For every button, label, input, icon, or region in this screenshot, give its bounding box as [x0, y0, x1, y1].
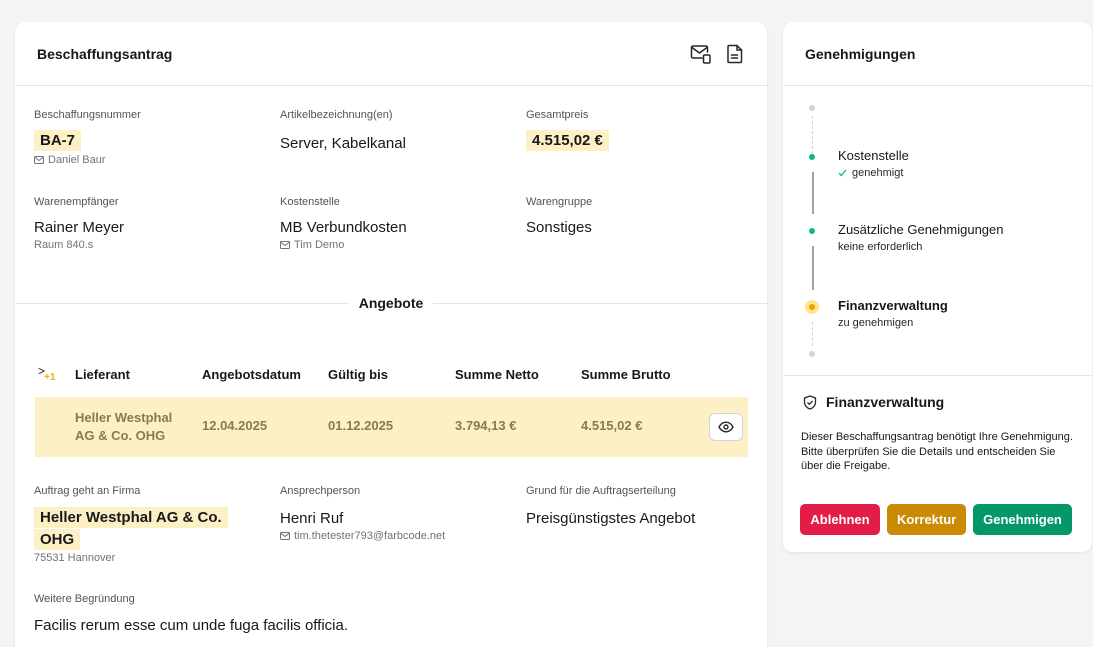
- approval-timeline: Kostenstelle genehmigt Zusätzliche Geneh…: [783, 86, 1092, 376]
- col-valid-until: Gültig bis: [328, 367, 388, 382]
- offers-table-header: > +1 Lieferant Angebotsdatum Gültig bis …: [35, 362, 747, 388]
- contact-email[interactable]: tim.thetester793@farbcode.net: [294, 530, 445, 542]
- field-justification: Weitere Begründung Facilis rerum esse cu…: [34, 593, 349, 634]
- mail-icon: [34, 156, 44, 164]
- product-group-value: Sonstiges: [526, 219, 592, 236]
- approvals-card: Genehmigungen Kostenstelle genehmigt Zus…: [783, 22, 1092, 552]
- step-cost-center: Kostenstelle genehmigt: [838, 148, 909, 179]
- step-done-dot: [809, 154, 815, 160]
- contact-person-value: Henri Ruf: [280, 510, 344, 527]
- finance-description: Dieser Beschaffungsantrag benötigt Ihre …: [801, 431, 1073, 472]
- field-procurement-number: Beschaffungsnummer BA-7 Daniel Baur: [34, 109, 141, 166]
- shield-check-icon: [803, 394, 817, 410]
- row-gross-sum: 4.515,02 €: [581, 418, 643, 433]
- step-done-dot: [809, 228, 815, 234]
- eye-icon: [718, 421, 734, 433]
- mail-attachment-icon[interactable]: [690, 44, 712, 64]
- reject-button[interactable]: Ablehnen: [800, 504, 880, 535]
- cost-center-value: MB Verbundkosten: [280, 219, 407, 236]
- col-gross-sum: Summe Brutto: [581, 367, 671, 382]
- total-price: 4.515,02 €: [526, 130, 609, 151]
- requester-name[interactable]: Daniel Baur: [48, 154, 105, 166]
- award-reason-value: Preisgünstigstes Angebot: [526, 510, 696, 527]
- order-company-value: Heller Westphal AG & Co. OHG: [34, 507, 228, 550]
- more-offers-count[interactable]: +1: [44, 372, 55, 383]
- offers-heading: Angebote: [358, 295, 424, 311]
- approvals-header: Genehmigungen: [783, 22, 1092, 86]
- row-valid-until: 01.12.2025: [328, 418, 394, 433]
- col-supplier: Lieferant: [75, 367, 130, 382]
- offers-divider: Angebote: [15, 293, 767, 313]
- procurement-request-card: Beschaffungsantrag Beschaffungsnummer BA…: [15, 22, 767, 647]
- check-icon: [838, 169, 847, 177]
- approve-button[interactable]: Genehmigen: [973, 504, 1072, 535]
- order-company-city: 75531 Hannover: [34, 552, 116, 564]
- cost-center-owner[interactable]: Tim Demo: [294, 239, 344, 251]
- header-actions: [690, 44, 744, 64]
- step-finance: Finanzverwaltung zu genehmigen: [838, 298, 948, 329]
- articles-value: Server, Kabelkanal: [280, 135, 406, 152]
- document-icon[interactable]: [726, 44, 744, 64]
- field-cost-center: Kostenstelle MB Verbundkosten Tim Demo: [280, 196, 407, 251]
- procurement-number: BA-7: [34, 130, 82, 151]
- row-offer-date: 12.04.2025: [202, 418, 268, 433]
- finance-approval-section: Finanzverwaltung Dieser Beschaffungsantr…: [783, 375, 1092, 552]
- correction-button[interactable]: Korrektur: [887, 504, 966, 535]
- approvals-title: Genehmigungen: [805, 45, 916, 62]
- recipient-value: Rainer Meyer: [34, 219, 125, 236]
- field-contact-person: Ansprechperson Henri Ruf tim.thetester79…: [280, 485, 446, 542]
- finance-title: Finanzverwaltung: [826, 394, 945, 410]
- decision-buttons: Ablehnen Korrektur Genehmigen: [800, 504, 1072, 535]
- row-net-sum: 3.794,13 €: [455, 418, 517, 433]
- field-product-group: Warengruppe Sonstiges: [526, 196, 593, 236]
- field-recipient: Warenempfänger Rainer Meyer Raum 840.s: [34, 196, 125, 251]
- field-total-price: Gesamtpreis 4.515,02 €: [526, 109, 609, 151]
- col-offer-date: Angebotsdatum: [202, 367, 301, 382]
- timeline-end-dot: [809, 351, 815, 357]
- recipient-room: Raum 840.s: [34, 239, 94, 251]
- row-supplier: Heller Westphal AG & Co. OHG: [75, 410, 173, 443]
- mail-icon: [280, 532, 290, 540]
- page-title: Beschaffungsantrag: [37, 45, 173, 62]
- step-additional-approvals: Zusätzliche Genehmigungen keine erforder…: [838, 222, 1004, 253]
- mail-icon: [280, 241, 290, 249]
- field-award-reason: Grund für die Auftragserteilung Preisgün…: [526, 485, 696, 527]
- field-order-company: Auftrag geht an Firma Heller Westphal AG…: [34, 485, 244, 564]
- view-offer-button[interactable]: [709, 413, 743, 441]
- card-header: Beschaffungsantrag: [15, 22, 767, 86]
- timeline-start-dot: [809, 105, 815, 111]
- justification-value: Facilis rerum esse cum unde fuga facilis…: [34, 617, 349, 634]
- table-row[interactable]: Heller Westphal AG & Co. OHG 12.04.2025 …: [35, 397, 748, 457]
- col-net-sum: Summe Netto: [455, 367, 539, 382]
- field-articles: Artikelbezeichnung(en) Server, Kabelkana…: [280, 109, 406, 152]
